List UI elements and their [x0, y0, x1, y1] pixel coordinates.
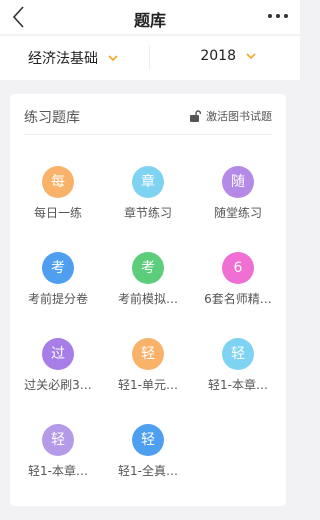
item-badge: 章 — [132, 166, 164, 198]
item-badge: 轻 — [132, 424, 164, 456]
bank-item-chapter-b[interactable]: 轻 轻1-本章… — [12, 424, 104, 479]
item-label: 章节练习 — [123, 206, 172, 220]
card-header: 练习题库 激活图书试题 — [24, 94, 272, 135]
item-badge: 过 — [42, 338, 74, 370]
item-label: 轻1-全真… — [118, 464, 178, 478]
practice-bank-card: 练习题库 激活图书试题 每 每日一练 章 章节练习 随 随堂练习 考 考前提分卷… — [10, 94, 286, 506]
item-label: 考前模拟… — [117, 292, 178, 306]
item-label: 随堂练习 — [213, 206, 262, 220]
item-label: 轻1-本章… — [208, 378, 268, 392]
item-badge: 考 — [42, 252, 74, 284]
page-title: 题库 — [133, 11, 166, 30]
item-badge: 随 — [222, 166, 254, 198]
activate-book-button[interactable]: 激活图书试题 — [189, 108, 272, 124]
divider — [149, 46, 150, 70]
bank-item-pre-exam-mock[interactable]: 考 考前模拟… — [102, 252, 194, 307]
bank-item-must-brush[interactable]: 过 过关必刷3… — [12, 338, 104, 393]
subject-selector[interactable]: 经济法基础 — [28, 48, 118, 68]
bank-item-class-practice[interactable]: 随 随堂练习 — [192, 166, 284, 221]
item-label: 考前提分卷 — [27, 292, 88, 306]
unlock-icon — [190, 110, 201, 122]
item-badge: 轻 — [222, 338, 254, 370]
bank-item-unit[interactable]: 轻 轻1-单元… — [102, 338, 194, 393]
bank-item-pre-exam-boost[interactable]: 考 考前提分卷 — [12, 252, 104, 307]
item-badge: 每 — [42, 166, 74, 198]
subject-label: 经济法基础 — [28, 51, 98, 67]
item-badge: 轻 — [132, 338, 164, 370]
bank-item-six-sets[interactable]: 6 6套名师精… — [192, 252, 284, 307]
chevron-down-icon — [108, 55, 118, 62]
activate-book-label: 激活图书试题 — [206, 110, 272, 123]
year-selector[interactable]: 2018 — [200, 48, 256, 64]
top-nav-bar: 题库 — [0, 0, 300, 34]
item-label: 6套名师精… — [204, 292, 272, 306]
more-dots-icon[interactable] — [264, 6, 292, 26]
bank-item-chapter-a[interactable]: 轻 轻1-本章… — [192, 338, 284, 393]
year-label: 2018 — [200, 48, 236, 64]
item-badge: 考 — [132, 252, 164, 284]
chevron-down-icon — [246, 53, 256, 60]
bank-item-chapter-practice[interactable]: 章 章节练习 — [102, 166, 194, 221]
item-badge: 轻 — [42, 424, 74, 456]
item-label: 轻1-单元… — [118, 378, 178, 392]
item-badge: 6 — [222, 252, 254, 284]
item-label: 每日一练 — [33, 206, 82, 220]
bank-item-full-mock[interactable]: 轻 轻1-全真… — [102, 424, 194, 479]
item-label: 轻1-本章… — [28, 464, 88, 478]
card-title: 练习题库 — [24, 110, 80, 126]
item-label: 过关必刷3… — [24, 378, 92, 392]
filter-bar: 经济法基础 2018 — [0, 36, 300, 80]
bank-item-daily-practice[interactable]: 每 每日一练 — [12, 166, 104, 221]
